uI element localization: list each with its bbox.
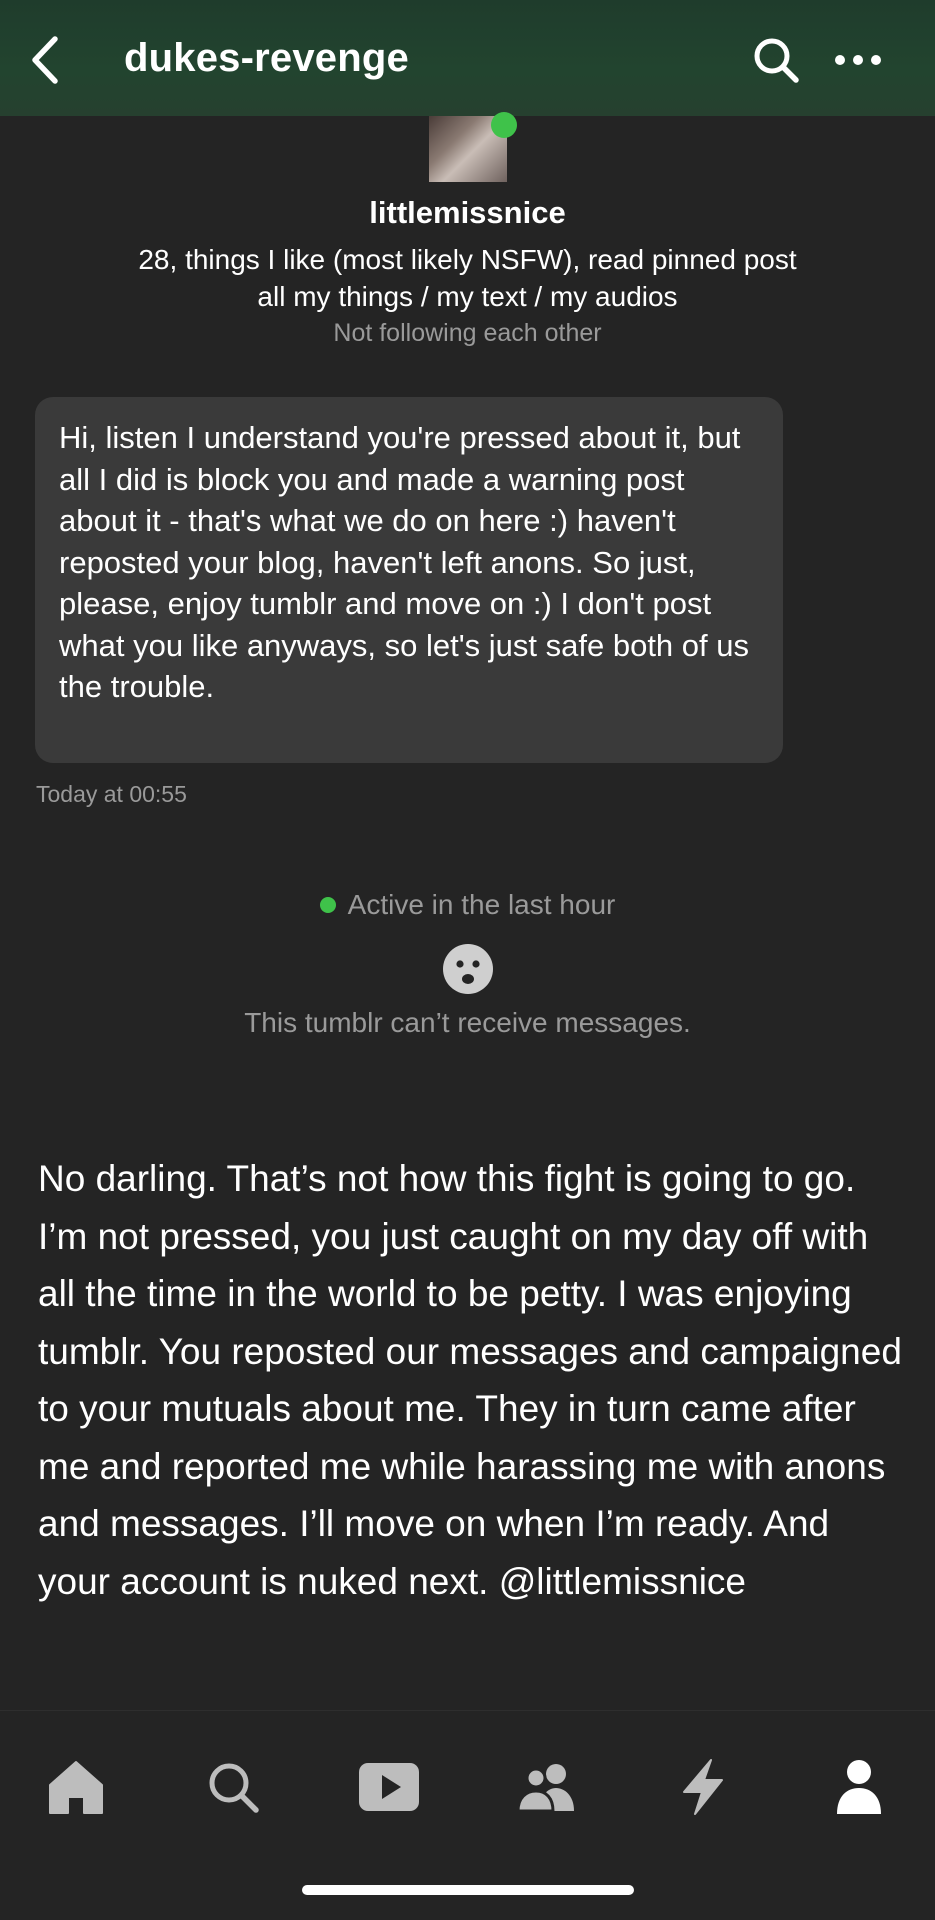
home-icon (49, 1761, 103, 1814)
search-button[interactable] (748, 32, 804, 88)
cant-receive-notice: This tumblr can’t receive messages. (244, 1007, 691, 1038)
profile-icon (837, 1760, 881, 1814)
active-status-text: Active in the last hour (347, 889, 616, 920)
sad-face-icon (443, 944, 493, 994)
blog-description: 28, things I like (most likely NSFW), re… (0, 241, 935, 315)
active-dot (319, 897, 336, 913)
tab-video[interactable] (349, 1747, 429, 1827)
blog-name[interactable]: littlemissnice (0, 195, 935, 231)
search-icon (209, 1763, 259, 1813)
video-play-icon (359, 1763, 419, 1811)
people-icon (516, 1764, 574, 1813)
blog-description-line-1: 28, things I like (most likely NSFW), re… (138, 244, 797, 275)
header-title: dukes-revenge (124, 36, 409, 80)
tab-activity[interactable] (663, 1747, 743, 1827)
tab-community[interactable] (506, 1747, 586, 1827)
lightning-icon (683, 1759, 723, 1815)
more-horizontal-icon (835, 55, 881, 65)
tab-profile[interactable] (819, 1747, 899, 1827)
search-icon (754, 38, 799, 83)
more-options-button[interactable] (826, 32, 890, 88)
back-button[interactable] (16, 30, 72, 90)
blog-description-line-2: all my things / my text / my audios (257, 281, 678, 312)
message-text: Hi, listen I understand you're pressed a… (59, 420, 749, 704)
top-nav-bar: dukes-revenge (0, 0, 935, 116)
tab-search[interactable] (193, 1747, 273, 1827)
message-timestamp: Today at 00:55 (36, 781, 187, 807)
active-status: Active in the last hour (0, 889, 935, 921)
reply-text: No darling. That’s not how this fight is… (38, 1158, 902, 1602)
follow-status: Not following each other (333, 319, 602, 347)
message-bubble[interactable]: Hi, listen I understand you're pressed a… (35, 397, 783, 763)
online-indicator (491, 112, 517, 138)
home-indicator[interactable] (302, 1885, 634, 1895)
chevron-left-icon (32, 36, 58, 84)
tab-home[interactable] (36, 1747, 116, 1827)
